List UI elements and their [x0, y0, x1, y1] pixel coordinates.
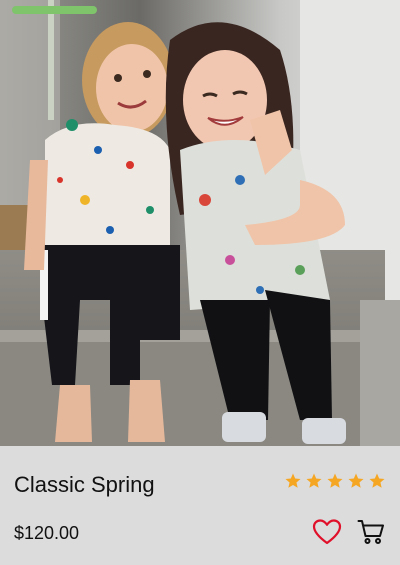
- product-actions: [312, 517, 386, 547]
- star-icon: [306, 473, 322, 488]
- rating-stars: [284, 472, 386, 490]
- product-info: Classic Spring $120.00: [0, 446, 400, 565]
- product-card: Classic Spring $120.00: [0, 0, 400, 565]
- product-image[interactable]: [0, 0, 400, 446]
- heart-outline-icon: [312, 519, 342, 545]
- product-title: Classic Spring: [14, 472, 155, 497]
- star-icon: [369, 473, 385, 488]
- favorite-button[interactable]: [312, 517, 342, 547]
- star-icon: [327, 473, 343, 488]
- add-to-cart-button[interactable]: [356, 517, 386, 547]
- product-price: $120.00: [14, 523, 80, 543]
- star-icon: [285, 473, 301, 488]
- shopping-cart-icon: [357, 520, 384, 544]
- star-icon: [348, 473, 364, 488]
